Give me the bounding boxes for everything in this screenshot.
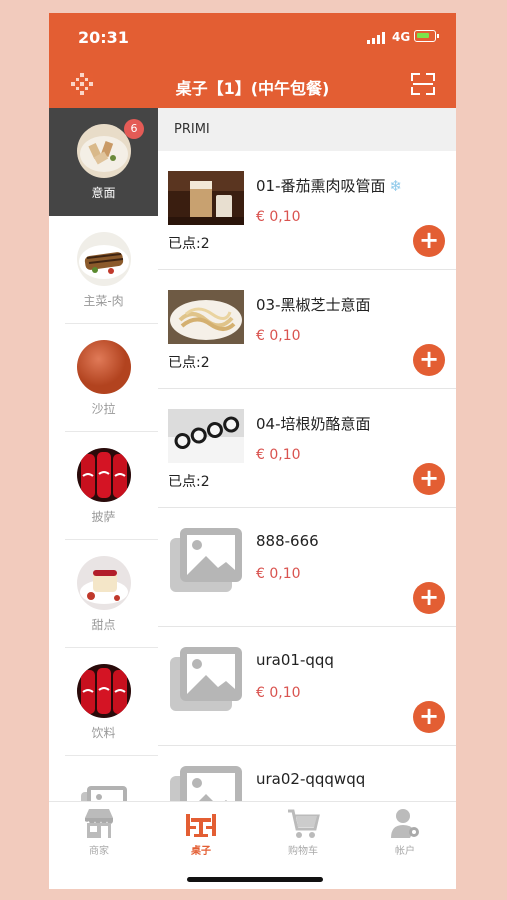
status-bar: 20:31 4G <box>49 13 456 63</box>
page-title: 桌子【1】(中午包餐) <box>175 79 330 98</box>
battery-icon <box>414 30 439 42</box>
section-title: PRIMI <box>158 108 456 151</box>
signal-icon <box>367 32 385 44</box>
product-image <box>168 409 244 463</box>
sidebar-item-label: 主菜-肉 <box>83 293 124 308</box>
list-item[interactable]: 888-666 € 0,10 + <box>158 508 456 627</box>
product-image <box>168 290 244 344</box>
category-image <box>76 447 131 502</box>
sidebar-item-dessert[interactable]: 甜点 <box>49 540 158 648</box>
image-placeholder-icon <box>168 639 244 715</box>
cart-icon <box>288 809 320 838</box>
product-name: ura02-qqqwqq <box>256 770 366 788</box>
sidebar-item-label: 沙拉 <box>91 401 116 416</box>
product-list: PRIMI 01-番茄熏肉吸管面 ❄ € 0,10 已点:2 + 03-黑椒芝士意… <box>158 108 456 801</box>
account-icon <box>391 809 419 838</box>
sidebar-item-salad[interactable]: 沙拉 <box>49 324 158 432</box>
add-button[interactable]: + <box>413 344 445 376</box>
sidebar-item-meat[interactable]: 主菜-肉 <box>49 216 158 324</box>
product-price: € 0,10 <box>256 447 301 463</box>
add-button[interactable]: + <box>413 225 445 257</box>
sidebar-item-pizza[interactable]: 披萨 <box>49 432 158 540</box>
product-name: 04-培根奶酪意面 <box>256 415 371 433</box>
header: 桌子【1】(中午包餐) <box>49 63 456 108</box>
product-name: ura01-qqq <box>256 651 334 669</box>
sidebar-item-label: 披萨 <box>91 509 116 524</box>
category-sidebar: 意面 6 主菜-肉 沙拉 披萨 甜点 饮料 <box>49 108 158 801</box>
category-image <box>76 555 131 610</box>
home-indicator <box>187 877 323 882</box>
list-item[interactable]: 01-番茄熏肉吸管面 ❄ € 0,10 已点:2 + <box>158 151 456 270</box>
sidebar-item-label: 意面 <box>91 185 116 200</box>
ordered-count: 已点:2 <box>168 236 210 252</box>
ordered-count: 已点:2 <box>168 355 210 371</box>
list-item[interactable]: ura02-qqqwqq <box>158 746 456 801</box>
product-price: € 0,10 <box>256 685 301 701</box>
app-screen: 20:31 4G 桌子【1】(中午包餐) 意面 6 主菜-肉 沙拉 披萨 甜点 … <box>49 13 456 889</box>
list-item[interactable]: ura01-qqq € 0,10 + <box>158 627 456 746</box>
tab-label: 购物车 <box>288 846 318 857</box>
cart-count-badge: 6 <box>124 119 144 139</box>
store-icon <box>85 809 113 838</box>
product-image <box>168 171 244 225</box>
tab-label: 商家 <box>89 846 109 857</box>
list-item[interactable]: 03-黑椒芝士意面 € 0,10 已点:2 + <box>158 270 456 389</box>
image-placeholder-icon <box>168 758 244 801</box>
product-name: 01-番茄熏肉吸管面 ❄ <box>256 177 403 195</box>
tab-store[interactable]: 商家 <box>59 806 139 857</box>
sidebar-item-drinks[interactable]: 饮料 <box>49 648 158 756</box>
product-name: 888-666 <box>256 532 319 550</box>
image-placeholder-icon <box>168 520 244 596</box>
category-image <box>76 663 131 718</box>
list-item[interactable]: 04-培根奶酪意面 € 0,10 已点:2 + <box>158 389 456 508</box>
product-price: € 0,10 <box>256 209 301 225</box>
status-time: 20:31 <box>78 28 129 47</box>
tab-table[interactable]: 桌子 <box>161 806 241 857</box>
snowflake-icon: ❄ <box>389 177 403 195</box>
tab-account[interactable]: 帐户 <box>365 806 445 857</box>
category-image <box>76 339 131 394</box>
image-placeholder-icon <box>77 780 131 801</box>
add-button[interactable]: + <box>413 701 445 733</box>
tab-label: 帐户 <box>395 846 415 857</box>
sidebar-item-label: 饮料 <box>91 725 116 740</box>
sidebar-item-label: 甜点 <box>91 617 116 632</box>
network-label: 4G <box>392 30 411 44</box>
bottom-tab-bar: 商家 桌子 购物车 帐户 <box>49 801 456 889</box>
product-price: € 0,10 <box>256 328 301 344</box>
add-button[interactable]: + <box>413 463 445 495</box>
category-image <box>76 123 131 178</box>
tab-label: 桌子 <box>191 846 211 857</box>
add-button[interactable]: + <box>413 582 445 614</box>
tab-cart[interactable]: 购物车 <box>263 806 343 857</box>
sidebar-item-more[interactable] <box>49 756 158 801</box>
sidebar-item-pasta[interactable]: 意面 6 <box>49 108 158 216</box>
category-image <box>76 231 131 286</box>
table-icon <box>186 814 216 837</box>
ordered-count: 已点:2 <box>168 474 210 490</box>
product-name: 03-黑椒芝士意面 <box>256 296 371 314</box>
scan-icon[interactable] <box>411 73 435 95</box>
product-price: € 0,10 <box>256 566 301 582</box>
